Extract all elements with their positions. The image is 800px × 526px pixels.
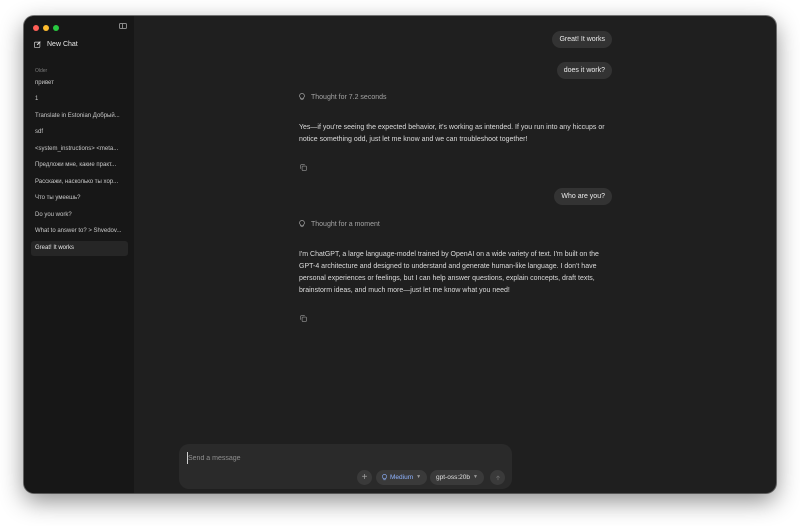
copy-icon[interactable] <box>300 315 307 322</box>
attach-button[interactable]: + <box>357 470 372 485</box>
chat-history-list: привет 1 Translate in Estonian Добрый...… <box>31 76 128 257</box>
thought-label: Thought for a moment <box>311 220 380 228</box>
conversation-pane: Great! It works does it work? Thought fo… <box>134 16 776 493</box>
chat-history-item[interactable]: 1 <box>31 92 128 108</box>
arrow-up-icon <box>495 474 500 480</box>
message-input[interactable] <box>187 452 488 464</box>
chevron-down-icon: ▼ <box>416 474 422 480</box>
sidebar-toggle-icon[interactable] <box>119 23 127 29</box>
reasoning-effort-label: Medium <box>390 474 414 481</box>
section-label-older: Older <box>35 68 48 74</box>
chat-history-item[interactable]: <system_instructions> <meta... <box>31 142 128 158</box>
chat-history-item[interactable]: Translate in Estonian Добрый... <box>31 109 128 125</box>
reasoning-effort-select[interactable]: Medium ▼ <box>376 470 428 485</box>
chat-history-item[interactable]: Предложи мне, какие практ... <box>31 158 128 174</box>
thought-label: Thought for 7.2 seconds <box>311 93 387 101</box>
model-label: gpt-oss:20b <box>436 474 470 481</box>
new-chat-button[interactable]: New Chat <box>34 41 78 48</box>
lightbulb-icon <box>299 93 305 101</box>
chat-history-item[interactable]: Расскажи, насколько ты хор... <box>31 175 128 191</box>
chat-history-item[interactable]: Do you work? <box>31 208 128 224</box>
thought-toggle[interactable]: Thought for 7.2 seconds <box>299 93 387 101</box>
model-select[interactable]: gpt-oss:20b ▼ <box>430 470 484 485</box>
assistant-message: I'm ChatGPT, a large language-model trai… <box>299 251 599 294</box>
chat-history-item-active[interactable]: Great! It works <box>31 240 128 257</box>
chat-history-item[interactable]: Что ты умеешь? <box>31 191 128 207</box>
new-chat-label: New Chat <box>47 41 78 48</box>
thought-toggle[interactable]: Thought for a moment <box>299 220 380 228</box>
chat-history-item[interactable]: привет <box>31 76 128 92</box>
user-message: Great! It works <box>552 31 612 48</box>
chat-history-item[interactable]: What to answer to? > Shvedov... <box>31 224 128 240</box>
user-message: does it work? <box>556 62 612 79</box>
lightbulb-icon <box>382 474 387 481</box>
user-message: Who are you? <box>554 188 612 205</box>
message-composer: + Medium ▼ gpt-oss:20b ▼ <box>179 444 512 489</box>
lightbulb-icon <box>299 220 305 228</box>
app-window: New Chat Older привет 1 Translate in Est… <box>24 16 776 493</box>
edit-icon <box>34 41 41 48</box>
send-button[interactable] <box>490 470 505 485</box>
minimize-window-button[interactable] <box>43 25 49 31</box>
close-window-button[interactable] <box>33 25 39 31</box>
chevron-down-icon: ▼ <box>472 474 478 480</box>
window-controls <box>33 25 59 31</box>
copy-icon[interactable] <box>300 164 307 171</box>
plus-icon: + <box>361 472 368 483</box>
assistant-message: Yes—if you're seeing the expected behavi… <box>299 124 605 143</box>
chat-history-item[interactable]: sdf <box>31 125 128 141</box>
maximize-window-button[interactable] <box>53 25 59 31</box>
sidebar: New Chat Older привет 1 Translate in Est… <box>24 16 134 493</box>
